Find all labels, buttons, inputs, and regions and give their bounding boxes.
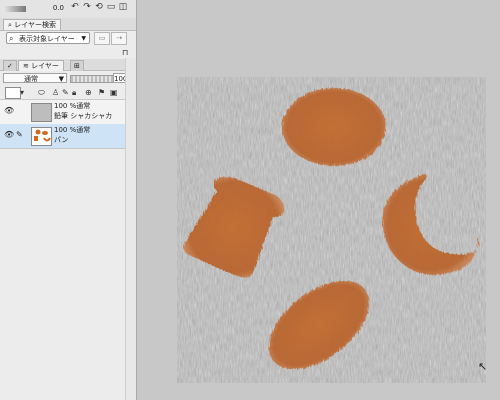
mask-icon[interactable]: ⬭ bbox=[38, 87, 45, 98]
mirror-icon[interactable]: ◫ bbox=[118, 2, 128, 12]
layer-name-label: 鉛筆 シャカシャカ bbox=[54, 112, 113, 120]
tab-layer-property[interactable]: ⊞ bbox=[70, 60, 84, 71]
reference-icon[interactable]: ⚑ bbox=[98, 87, 105, 98]
blend-opacity-row: 通常 ▼ 100 bbox=[0, 72, 136, 84]
move-cursor-icon: ↖ bbox=[478, 360, 488, 373]
eye-icon[interactable]: 👁︎ bbox=[4, 107, 14, 115]
layer-name-label: パン bbox=[54, 136, 69, 144]
layer-blend-label: 100 %通常 bbox=[54, 102, 91, 110]
layer-search-select[interactable]: ⌕ 表示対象レイヤー ▼ bbox=[6, 32, 90, 44]
scrollbar[interactable] bbox=[125, 58, 136, 400]
options-button[interactable]: ⇢ bbox=[111, 32, 127, 45]
layer-search-row: ⌕ 表示対象レイヤー ▼ ▭ ⇢ bbox=[0, 31, 136, 45]
chevron-down-icon: ▼ bbox=[81, 35, 86, 42]
layer-color-swatch[interactable] bbox=[5, 87, 21, 99]
search-tab-icon: ⌕ bbox=[8, 21, 12, 29]
search-select-value: 表示対象レイヤー bbox=[19, 35, 75, 43]
chevron-down-icon[interactable]: ▾ bbox=[20, 87, 24, 98]
figure-icon[interactable]: ♙ bbox=[52, 87, 59, 98]
layer-row[interactable]: 👁︎ ✎ 100 %通常 パン bbox=[0, 124, 126, 149]
filter-button[interactable]: ▭ bbox=[94, 32, 110, 45]
layer-panel: 0.0 ↶ ↷ ⟲ ▭ ◫ ⌕ レイヤー検索 ⌕ 表示対象レイヤー ▼ ▭ ⇢ … bbox=[0, 0, 137, 400]
layers-icon: ≋ bbox=[23, 62, 29, 70]
chevron-down-icon: ▼ bbox=[58, 75, 64, 83]
rotate-right-icon[interactable]: ↷ bbox=[82, 2, 92, 12]
brush-size-slider[interactable] bbox=[4, 6, 26, 12]
eye-icon[interactable]: 👁︎ bbox=[4, 131, 14, 139]
layer-thumbnail bbox=[31, 127, 52, 146]
lock-icon[interactable]: ⊓ bbox=[122, 47, 128, 58]
rotate-left-icon[interactable]: ↶ bbox=[70, 2, 80, 12]
tab-search-label: レイヤー検索 bbox=[14, 21, 56, 29]
canvas[interactable] bbox=[177, 77, 486, 383]
bread-thumbnail-icon bbox=[34, 129, 51, 142]
blend-mode-value: 通常 bbox=[24, 75, 38, 83]
round-bread-shape bbox=[282, 88, 386, 166]
tab-layers-label: レイヤー bbox=[31, 62, 59, 70]
clip-icon[interactable]: ⊕ bbox=[85, 87, 92, 98]
opacity-slider[interactable] bbox=[70, 75, 114, 83]
tab-layers[interactable]: ≋ レイヤー bbox=[18, 60, 64, 71]
tool-property-strip: 0.0 ↶ ↷ ⟲ ▭ ◫ bbox=[0, 0, 136, 19]
lock-icon[interactable]: 🔒︎ bbox=[72, 87, 76, 98]
mask-toggle-icon[interactable]: ▣ bbox=[110, 87, 118, 98]
pen-icon[interactable]: ✎ bbox=[62, 87, 69, 98]
layer-row[interactable]: 👁︎ 100 %通常 鉛筆 シャカシャカ bbox=[0, 100, 126, 125]
search-options-row: ⊓ bbox=[0, 46, 136, 58]
pencil-icon: ✎ bbox=[16, 130, 23, 139]
layer-thumbnail bbox=[31, 103, 52, 122]
layer-tools-row: ▾ ⬭ ♙ ✎ 🔒︎ ⊕ ⚑ ▣ bbox=[0, 86, 136, 100]
value-readout: 0.0 bbox=[52, 4, 64, 12]
tab-bar-search: ⌕ レイヤー検索 bbox=[0, 18, 136, 31]
tab-bar-layers: ✓ ≋ レイヤー ⊞ bbox=[0, 59, 136, 71]
search-icon: ⌕ bbox=[9, 34, 14, 43]
flip-icon[interactable]: ▭ bbox=[106, 2, 116, 12]
canvas-artwork bbox=[177, 77, 486, 383]
tab-navigator[interactable]: ✓ bbox=[3, 60, 17, 71]
reset-icon[interactable]: ⟲ bbox=[94, 2, 104, 12]
layer-blend-label: 100 %通常 bbox=[54, 126, 91, 134]
tab-search[interactable]: ⌕ レイヤー検索 bbox=[3, 19, 61, 30]
blend-mode-select[interactable]: 通常 ▼ bbox=[3, 73, 67, 83]
